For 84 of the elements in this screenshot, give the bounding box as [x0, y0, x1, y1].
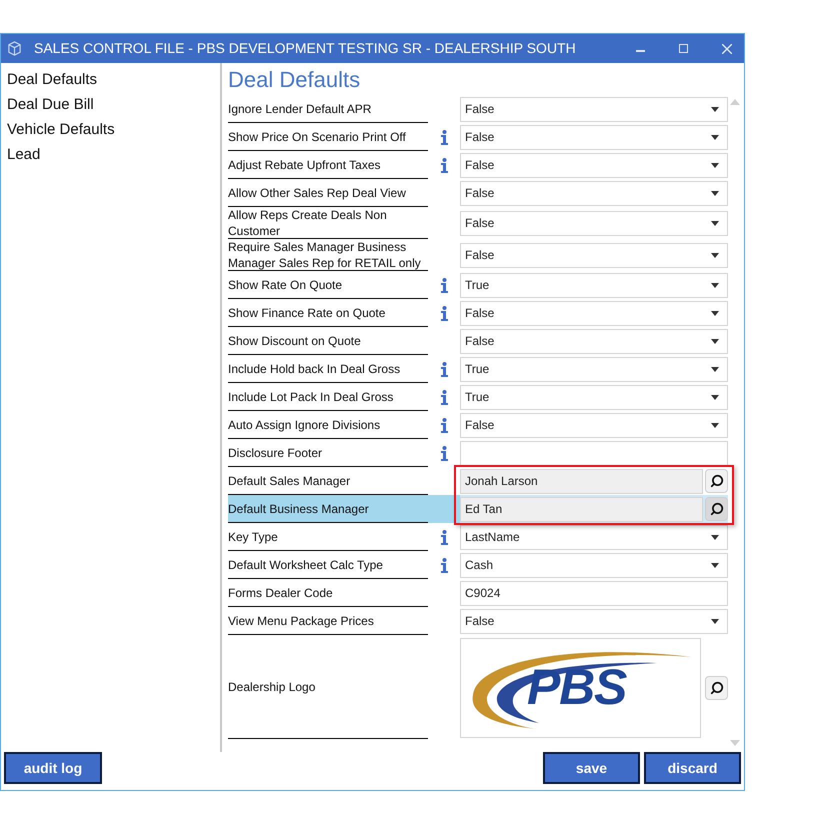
close-icon[interactable] [722, 44, 732, 54]
dropdown-caret-icon [711, 618, 719, 624]
dropdown-caret-icon [711, 220, 719, 226]
dropdown[interactable]: False [460, 96, 728, 122]
dropdown[interactable]: True [460, 356, 728, 382]
section-title: Deal Defaults [228, 66, 362, 94]
logo-text: PBS [527, 658, 626, 717]
dropdown[interactable]: True [460, 272, 728, 298]
action-button[interactable]: save [543, 752, 640, 784]
dropdown-caret-icon [711, 562, 719, 568]
setting-label: Show Finance Rate on Quote [228, 304, 386, 320]
dropdown[interactable]: False [460, 328, 728, 354]
sidebar-item[interactable]: Deal Defaults [7, 67, 98, 92]
audit-log-button[interactable]: audit log [4, 752, 102, 784]
setting-label: Disclosure Footer [228, 444, 322, 460]
dropdown-caret-icon [711, 394, 719, 400]
dropdown-caret-icon [711, 106, 719, 112]
setting-label: Show Discount on Quote [228, 332, 361, 348]
search-icon [710, 681, 724, 695]
setting-label: Show Price On Scenario Print Off [228, 128, 406, 144]
lookup-field[interactable]: Ed Tan [460, 496, 703, 522]
setting-label: Default Business Manager [228, 500, 369, 516]
dropdown-caret-icon [711, 338, 719, 344]
dropdown-caret-icon [711, 162, 719, 168]
dropdown[interactable]: LastName [460, 524, 728, 550]
dropdown[interactable]: False [460, 210, 728, 236]
setting-label: Adjust Rebate Upfront Taxes [228, 156, 381, 172]
action-button[interactable]: discard [644, 752, 741, 784]
search-icon [710, 474, 724, 488]
dropdown[interactable]: True [460, 384, 728, 410]
dropdown[interactable]: False [460, 180, 728, 206]
info-icon[interactable] [440, 362, 448, 376]
dropdown-caret-icon [711, 310, 719, 316]
sidebar-item[interactable]: Deal Due Bill [7, 92, 94, 117]
lookup-field[interactable]: Jonah Larson [460, 468, 703, 494]
setting-label: Include Lot Pack In Deal Gross [228, 388, 394, 404]
setting-label: Default Sales Manager [228, 472, 350, 488]
search-icon [710, 502, 724, 516]
setting-label: Forms Dealer Code [228, 584, 333, 600]
setting-label: Dealership Logo [228, 678, 316, 694]
setting-label: Allow Other Sales Rep Deal View [228, 184, 406, 200]
setting-label: Key Type [228, 528, 278, 544]
setting-label: Ignore Lender Default APR [228, 100, 372, 116]
cube-icon [7, 41, 22, 56]
dropdown-caret-icon [711, 422, 719, 428]
setting-label: View Menu Package Prices [228, 612, 374, 628]
dropdown-caret-icon [711, 190, 719, 196]
dropdown-caret-icon [711, 282, 719, 288]
dropdown[interactable]: False [460, 152, 728, 178]
info-icon[interactable] [440, 558, 448, 572]
dropdown-caret-icon [711, 534, 719, 540]
window-title: SALES CONTROL FILE - PBS DEVELOPMENT TESTING SR - DEALERSHIP SOUTH [34, 39, 577, 58]
dropdown[interactable]: False [460, 242, 728, 268]
setting-label: Default Worksheet Calc Type [228, 556, 383, 572]
sidebar-item[interactable]: Lead [7, 142, 40, 167]
setting-label: Show Rate On Quote [228, 276, 342, 292]
dropdown[interactable]: False [460, 608, 728, 634]
info-icon[interactable] [440, 130, 448, 144]
dropdown[interactable]: Cash [460, 552, 728, 578]
setting-label: Include Hold back In Deal Gross [228, 360, 400, 376]
info-icon[interactable] [440, 158, 448, 172]
sidebar-item[interactable]: Vehicle Defaults [7, 117, 115, 142]
text-field[interactable]: C9024 [460, 580, 728, 606]
dropdown-caret-icon [711, 134, 719, 140]
dropdown[interactable]: False [460, 412, 728, 438]
info-icon[interactable] [440, 446, 448, 460]
info-icon[interactable] [440, 418, 448, 432]
dropdown-caret-icon [711, 252, 719, 258]
minimize-icon[interactable] [636, 50, 645, 52]
info-icon[interactable] [440, 306, 448, 320]
setting-label: Allow Reps Create Deals Non Customer [228, 206, 388, 238]
dropdown[interactable]: False [460, 300, 728, 326]
search-button[interactable] [705, 469, 728, 493]
info-icon[interactable] [440, 530, 448, 544]
info-icon[interactable] [440, 278, 448, 292]
setting-label: Auto Assign Ignore Divisions [228, 416, 380, 432]
text-field[interactable] [460, 440, 728, 466]
info-icon[interactable] [440, 390, 448, 404]
dropdown[interactable]: False [460, 124, 728, 150]
dropdown-caret-icon [711, 366, 719, 372]
maximize-icon[interactable] [679, 44, 688, 53]
search-button[interactable] [705, 676, 728, 700]
search-button[interactable] [705, 497, 728, 521]
setting-label: Require Sales Manager Business Manager Sales Rep for RETAIL only [228, 238, 422, 270]
